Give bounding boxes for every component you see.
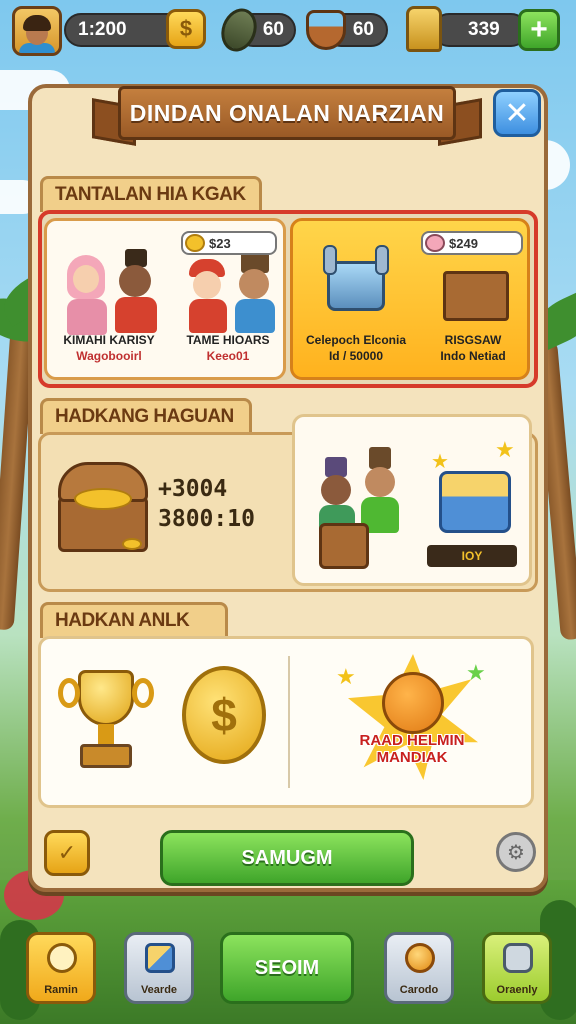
- settings-cog-button[interactable]: ⚙: [496, 832, 536, 872]
- dialog-title: DINDAN ONALAN NARZIAN: [129, 99, 445, 126]
- checkmark-badge-button[interactable]: ✓: [44, 830, 90, 876]
- resource-bar: 1:200 $ 60 60 339 +: [0, 0, 576, 62]
- coin-icon: [185, 234, 205, 252]
- section1-title: TANTALAN HIA KGAK: [55, 184, 246, 205]
- trophy-cup-icon[interactable]: [58, 664, 158, 774]
- card2-name: TAME HIOARS: [186, 333, 270, 347]
- section3-divider: [288, 656, 290, 788]
- nav-label-2: Vearde: [140, 984, 178, 996]
- card1-name: KIMAHI KARISY: [63, 333, 155, 347]
- treasure-chest-icon[interactable]: [58, 456, 154, 556]
- card4-name: RISGSAW: [444, 333, 502, 347]
- nav-button-seoim[interactable]: SEOIM: [220, 932, 354, 1004]
- cog-icon: ⚙: [507, 841, 525, 864]
- wrench-icon: [503, 943, 533, 973]
- star-icon: ★: [466, 660, 486, 685]
- card1-badge-value: $23: [209, 235, 231, 251]
- close-button[interactable]: ✕: [493, 89, 541, 137]
- seed-icon: [215, 3, 263, 57]
- coin-plus-icon[interactable]: $: [166, 9, 206, 49]
- dialog-title-banner: DINDAN ONALAN NARZIAN: [92, 80, 482, 154]
- player-avatar[interactable]: [12, 6, 62, 56]
- gift-box-icon: [319, 523, 369, 569]
- reward-button[interactable]: IOY: [427, 545, 517, 567]
- nav-button-carodo[interactable]: Carodo: [384, 932, 454, 1004]
- trophy-icon: [406, 6, 442, 52]
- character-card-left[interactable]: $23 KIMAHI KARISY Wagobooirl TAME HIOARS…: [44, 218, 286, 380]
- card3-name: Celepoch Elconia: [305, 333, 407, 347]
- nav-label-4: Carodo: [399, 984, 439, 996]
- reward-card-right[interactable]: ★ ★ IOY: [292, 414, 532, 586]
- reward-value-2: 3800:10: [158, 506, 255, 532]
- gold-coin-icon[interactable]: $: [182, 666, 266, 764]
- card2-subtitle: Keeo01: [206, 349, 250, 363]
- section2-header: HADKANG HAGUAN: [40, 398, 252, 434]
- food-bowl-icon: [306, 10, 346, 50]
- clock-icon: [47, 943, 77, 973]
- section3-title: HADKAN ANLK: [55, 610, 190, 631]
- section2-title: HADKANG HAGUAN: [55, 406, 234, 427]
- star-icon: ★: [336, 664, 356, 689]
- trophy-value: 339: [468, 19, 500, 40]
- mascot-icon: [382, 672, 444, 734]
- nav-label-5: Oraenly: [496, 984, 538, 996]
- prize-burst[interactable]: ★ ★ RAAD HELMIN MANDIAK: [334, 650, 490, 790]
- map-icon: [145, 943, 175, 973]
- main-action-button[interactable]: SAMUGM: [160, 830, 414, 886]
- checkmark-icon: ✓: [57, 840, 77, 865]
- main-action-label: SAMUGM: [241, 846, 333, 869]
- close-icon: ✕: [504, 96, 530, 130]
- item-card-right[interactable]: $249 Celepoch Elconia Id / 50000 RISGSAW…: [290, 218, 530, 380]
- trophy-counter: 339: [432, 13, 528, 47]
- card1-price-badge: $23: [181, 231, 277, 255]
- card1-subtitle: Wagobooirl: [76, 349, 142, 363]
- potion-icon: [405, 943, 435, 973]
- nav-button-ramin[interactable]: Ramin: [26, 932, 96, 1004]
- burst-line-1: RAAD HELMIN: [359, 732, 465, 749]
- reward-value-1: +3004: [158, 476, 228, 502]
- wooden-box-icon: [443, 271, 509, 321]
- nav-label-1: Ramin: [44, 984, 78, 996]
- avatar-icon: [425, 234, 445, 252]
- section3-header: HADKAN ANLK: [40, 602, 228, 638]
- nav-button-vearde[interactable]: Vearde: [124, 932, 194, 1004]
- seeds-value: 60: [262, 19, 284, 40]
- section1-header: TANTALAN HIA KGAK: [40, 176, 262, 212]
- coins-value: 1:200: [78, 19, 127, 40]
- plus-icon: +: [530, 13, 548, 46]
- card3-subtitle: Id / 50000: [328, 349, 384, 363]
- burst-line-2: MANDIAK: [376, 749, 448, 766]
- card4-price-badge: $249: [421, 231, 523, 255]
- star-icon: ★: [495, 437, 515, 462]
- food-value: 60: [352, 19, 374, 40]
- card4-subtitle: Indo Netiad: [440, 349, 506, 363]
- reward-button-label: IOY: [461, 549, 483, 563]
- nav-label-3: SEOIM: [254, 956, 320, 979]
- food-box-icon: [439, 471, 511, 533]
- card4-badge-value: $249: [449, 235, 478, 251]
- nav-button-oraenly[interactable]: Oraenly: [482, 932, 552, 1004]
- add-button[interactable]: +: [518, 9, 560, 51]
